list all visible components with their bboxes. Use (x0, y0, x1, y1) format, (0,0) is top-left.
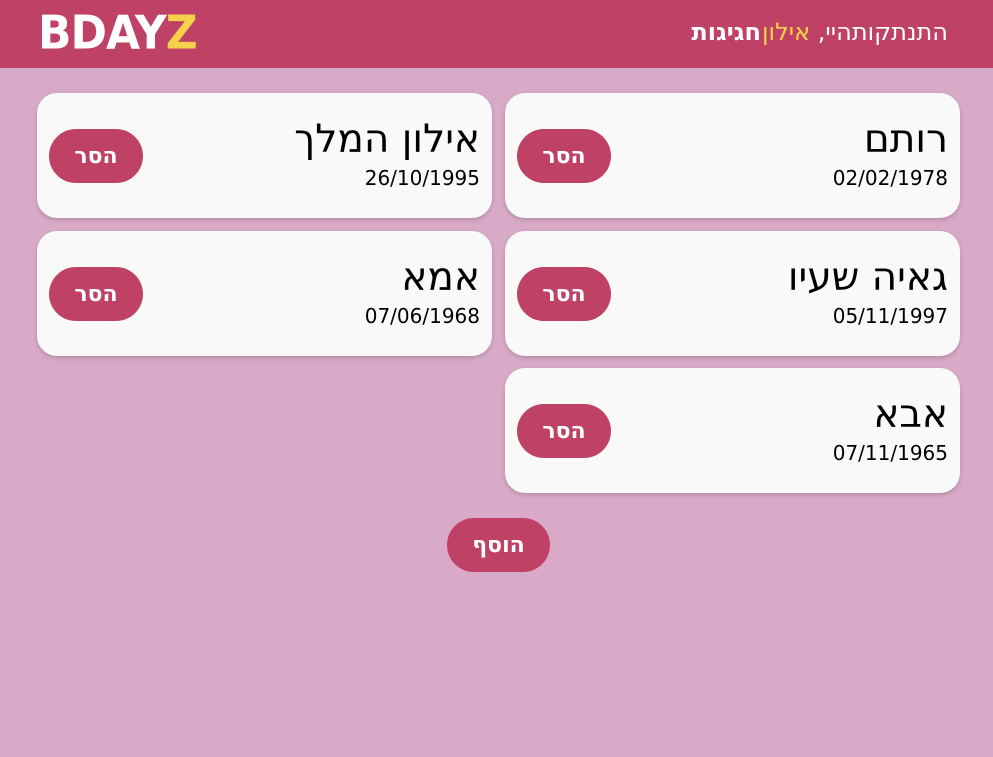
logo[interactable]: BDAYZ (38, 6, 198, 61)
birth-date: 26/10/1995 (364, 166, 480, 190)
logo-accent: Z (165, 6, 198, 61)
birthday-card: גאיה שעיו 05/11/1997 הסר (505, 231, 960, 356)
person-name: אמא (401, 255, 480, 300)
remove-button[interactable]: הסר (517, 404, 611, 458)
birthday-card: אמא 07/06/1968 הסר (37, 231, 492, 356)
birth-date: 07/11/1965 (832, 441, 948, 465)
remove-button[interactable]: הסר (49, 129, 143, 183)
remove-button[interactable]: הסר (49, 267, 143, 321)
top-bar: BDAYZ חגיגות היי, אילון התנתקות (0, 0, 993, 68)
birthday-card: אילון המלך 26/10/1995 הסר (37, 93, 492, 218)
person-name: גאיה שעיו (787, 255, 948, 300)
nav-events-link[interactable]: חגיגות (691, 14, 761, 50)
birthday-card: רותם 02/02/1978 הסר (505, 93, 960, 218)
logout-link[interactable]: התנתקות (852, 18, 948, 46)
birthday-card: אבא 07/11/1965 הסר (505, 368, 960, 493)
greeting-prefix: היי, (810, 18, 852, 46)
remove-button[interactable]: הסר (517, 267, 611, 321)
user-nav: היי, אילון התנתקות (762, 14, 960, 50)
person-name: רותם (863, 117, 948, 162)
logo-text: BDAY (38, 6, 167, 61)
add-button[interactable]: הוסף (447, 518, 550, 572)
birth-date: 02/02/1978 (832, 166, 948, 190)
person-name: אילון המלך (294, 117, 480, 162)
greeting: היי, אילון (762, 18, 852, 46)
birth-date: 07/06/1968 (364, 304, 480, 328)
remove-button[interactable]: הסר (517, 129, 611, 183)
user-name: אילון (762, 18, 811, 46)
birth-date: 05/11/1997 (832, 304, 948, 328)
person-name: אבא (873, 392, 948, 437)
